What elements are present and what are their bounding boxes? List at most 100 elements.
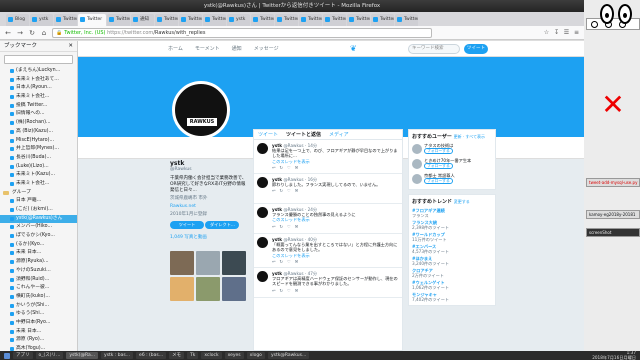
trend-item[interactable]: #ほかまえ 3,240件のツイート <box>412 256 492 266</box>
bookmark-item[interactable]: MiscE(Hytaro)... <box>0 137 77 146</box>
taskbar-item[interactable]: メモ <box>169 352 185 359</box>
trend-item[interactable]: #エンバース 4,573件のツイート <box>412 244 492 254</box>
photo-thumb[interactable] <box>196 277 220 301</box>
trend-item[interactable]: #ウェルンゲイト 1,062件のツイート <box>412 280 492 290</box>
taskbar-item[interactable]: Tk <box>187 352 199 359</box>
tweet-avatar[interactable] <box>257 271 268 283</box>
trend-item[interactable]: #ワールドカップ 11万件のツイート <box>412 232 492 242</box>
star-icon[interactable]: ☆ <box>543 29 550 36</box>
browser-tab[interactable]: ystk <box>30 14 53 26</box>
browser-tab[interactable]: Twitter <box>299 14 322 26</box>
tweet-avatar[interactable] <box>257 207 268 219</box>
trend-item[interactable]: モンジャキャ 7,402件のツイート <box>412 292 492 302</box>
bookmark-item[interactable]: 長谷川(Buda)... <box>0 154 77 163</box>
show-thread-link[interactable]: このスレッドを表示 <box>272 159 398 164</box>
retweet-icon[interactable]: ↻ <box>280 288 288 293</box>
browser-tab[interactable]: Twitter <box>54 14 77 26</box>
bookmark-item[interactable]: 未来ミト会社... <box>0 93 77 102</box>
photo-thumb[interactable] <box>196 251 220 275</box>
bookmark-item[interactable]: 旧情報への... <box>0 110 77 119</box>
reload-icon[interactable]: ↻ <box>28 29 36 37</box>
tweet[interactable]: ystk @Rawkus · 47分 フロアギアは高精度ハードウェア保証のセンサー… <box>254 268 402 299</box>
bookmark-item[interactable]: 日本 戸籍... <box>0 197 77 206</box>
bookmark-item[interactable]: 須野和(Ruid)... <box>0 276 77 285</box>
suggested-follow-button[interactable]: フォローする <box>424 148 453 154</box>
taskbar-item[interactable]: ystk(@Ra... <box>66 352 99 359</box>
back-icon[interactable]: ← <box>4 29 12 37</box>
browser-tab[interactable]: Twitter <box>251 14 274 26</box>
menu-icon[interactable]: ≡ <box>573 29 580 36</box>
twitter-nav-1[interactable]: モーメント <box>195 45 220 52</box>
trend-item[interactable]: クロアチア 2万件のツイート <box>412 268 492 278</box>
twitter-bird-icon[interactable]: ❦ <box>350 45 360 53</box>
tweet-avatar[interactable] <box>257 177 268 189</box>
bookmark-item[interactable]: かいうが(Shi... <box>0 302 77 311</box>
retweet-icon[interactable]: ↻ <box>280 259 288 264</box>
taskbar-clock[interactable]: 1:37 2018年7月16日月曜日 <box>592 350 640 360</box>
profile-handle[interactable]: @Rawkus <box>170 167 248 173</box>
taskbar-item[interactable]: xlogo <box>246 352 265 359</box>
dm-icon[interactable]: ✉ <box>295 165 303 170</box>
bookmark-item[interactable]: 未来ミト会社... <box>0 180 77 189</box>
trend-item[interactable]: フランス大統 2,398件のツイート <box>412 220 492 230</box>
timeline-tab[interactable]: ツイートと返信 <box>286 130 321 139</box>
suggested-avatar[interactable] <box>412 159 422 169</box>
taskbar-item[interactable]: ystk@Rawkus... <box>267 352 310 359</box>
dm-icon[interactable]: ✉ <box>295 188 303 193</box>
bookmark-item[interactable]: 源原 (Ryo)... <box>0 336 77 345</box>
compose-tweet-button[interactable]: ツイート <box>464 44 488 54</box>
browser-tab[interactable]: Twitter <box>107 14 130 26</box>
show-thread-link[interactable]: このスレッドを表示 <box>272 217 398 222</box>
bookmark-item[interactable]: これんやー彼... <box>0 284 77 293</box>
bookmark-item[interactable]: 日本人(Ryoun... <box>0 84 77 93</box>
reply-icon[interactable]: ↩ <box>272 288 280 293</box>
bookmark-item[interactable]: メンバー(Hiko... <box>0 223 77 232</box>
browser-tab[interactable]: ystk <box>227 14 250 26</box>
terminal-title-3[interactable]: screenShot <box>586 228 640 237</box>
profile-link[interactable]: Rawkus.net <box>170 204 248 210</box>
bookmark-item[interactable]: 中野日本(Ryo... <box>0 319 77 328</box>
terminal-title-2[interactable]: kamoy-eg2018y-20181 <box>586 210 640 219</box>
photo-thumb[interactable] <box>222 251 246 275</box>
start-menu-icon[interactable] <box>4 352 10 359</box>
browser-tab[interactable]: Twitter <box>371 14 394 26</box>
timeline-tab[interactable]: ツイート <box>258 130 278 139</box>
browser-tab[interactable]: Twitter <box>347 14 370 26</box>
bookmark-item[interactable]: 高 (Biz)(Kazu)... <box>0 128 77 137</box>
bookmark-item[interactable]: (Luke)(Lizo)... <box>0 163 77 172</box>
bookmark-item[interactable]: やけのSuzuki... <box>0 267 77 276</box>
browser-tab[interactable]: Twitter <box>395 14 418 26</box>
trends-change-link[interactable]: 変更する <box>454 199 470 204</box>
taskbar-item[interactable]: xclock <box>201 352 222 359</box>
bookmark-item[interactable]: (株)(Rochan)... <box>0 119 77 128</box>
bookmark-item[interactable]: (まえちん)Luckyn... <box>0 67 77 76</box>
browser-tab[interactable]: Twitter <box>179 14 202 26</box>
suggested-follow-button[interactable]: フォローする <box>424 178 453 184</box>
url-bar[interactable]: 🔒 Twitter, Inc. (US) https://twitter.com/… <box>52 27 432 38</box>
close-icon[interactable]: ✕ <box>68 41 73 51</box>
bookmark-item[interactable]: 未来ミト(Kazu)... <box>0 171 77 180</box>
reply-icon[interactable]: ↩ <box>272 259 280 264</box>
browser-tab[interactable]: 通知 <box>131 14 154 26</box>
taskbar-item[interactable]: o_(ス)リ... <box>35 352 64 359</box>
sidebar-search-input[interactable] <box>4 55 73 64</box>
photo-thumb[interactable] <box>222 277 246 301</box>
photo-thumb[interactable] <box>170 277 194 301</box>
taskbar-item[interactable]: ystk : bas... <box>101 352 134 359</box>
tweet[interactable]: ystk @Rawkus · 14分 結果は足を一つ上で、のび、フロアギアが静が早… <box>254 140 402 175</box>
tweet[interactable]: ystk @Rawkus · 24分 フランス優勝のことの独然事の見えるように この… <box>254 204 402 235</box>
taskbar-item[interactable]: アプリ <box>13 352 33 359</box>
like-icon[interactable]: ♡ <box>287 259 295 264</box>
twitter-search-input[interactable]: キーワード検索 <box>408 44 460 54</box>
retweet-icon[interactable]: ↻ <box>280 188 288 193</box>
taskbar-item[interactable]: e6 : (bas... <box>136 352 167 359</box>
bookmark-item[interactable]: (こだ) (おkmi)... <box>0 206 77 215</box>
bookmark-item[interactable]: 未来 日本... <box>0 249 77 258</box>
twitter-nav-0[interactable]: ホーム <box>168 45 183 52</box>
retweet-icon[interactable]: ↻ <box>280 165 288 170</box>
trend-item[interactable]: #フロアギア連続 フランス <box>412 208 492 218</box>
reply-icon[interactable]: ↩ <box>272 165 280 170</box>
tweet-to-button[interactable]: ツイート <box>170 221 204 229</box>
browser-tab[interactable]: Twitter <box>155 14 178 26</box>
terminal-title-red[interactable]: tweet-add-mysql-use.py <box>586 178 640 187</box>
